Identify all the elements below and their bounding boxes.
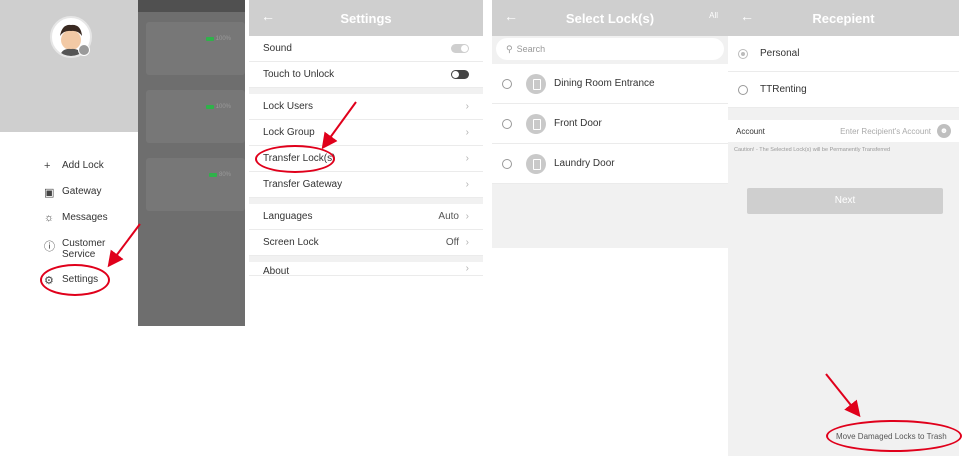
battery-level: 100% [215,36,231,42]
menu-item-label: Messages [62,212,108,223]
battery-indicator: 100% [205,36,231,42]
list-item[interactable]: Laundry Door [492,144,728,184]
edit-avatar-icon[interactable] [78,44,90,56]
menu-item-add-lock[interactable]: + Add Lock [44,160,108,186]
settings-row-languages[interactable]: Languages Auto › [249,204,483,230]
menu-item-label: Gateway [62,186,102,197]
battery-level: 80% [218,172,231,178]
lock-icon [526,113,546,134]
caution-text: Caution! - The Selected Lock(s) will be … [734,147,891,153]
row-label: Transfer Gateway [263,179,343,190]
chevron-right-icon: › [465,179,469,190]
lock-card[interactable]: 80% [146,158,245,211]
lock-name: Dining Room Entrance [554,78,655,89]
select-locks-screen: ← Select Lock(s) All ⚲ Search Dining Roo… [492,0,728,248]
settings-row-screen-lock[interactable]: Screen Lock Off › [249,230,483,256]
gateway-icon: ▣ [44,187,55,199]
account-field[interactable]: Account Enter Recipient's Account ☻ [728,120,959,142]
account-input[interactable]: Enter Recipient's Account [840,127,931,136]
lock-icon [526,73,546,94]
select-all-button[interactable]: All [709,11,718,20]
chevron-right-icon: › [465,263,469,274]
plus-icon: + [44,160,51,172]
lock-icon [526,153,546,174]
search-input[interactable]: ⚲ Search [496,38,724,60]
sound-toggle[interactable] [451,44,469,53]
chevron-right-icon: › [465,127,469,138]
row-label: Screen Lock [263,237,319,248]
search-placeholder: Search [516,44,546,54]
row-label: Sound [263,43,292,54]
row-label: Transfer Lock(s) [263,153,336,164]
row-label: Lock Users [263,101,314,112]
option-label: Personal [760,48,800,59]
lock-name: Front Door [554,118,602,129]
recipient-option-personal[interactable]: Personal [728,36,959,72]
radio-button[interactable] [502,78,512,89]
row-value: Auto [438,211,459,222]
settings-row-lock-group[interactable]: Lock Group › [249,120,483,146]
account-label: Account [736,126,765,136]
radio-button[interactable] [502,158,512,169]
dimmed-status-bar [138,0,245,12]
menu-item-customer-service[interactable]: ⓘ Customer Service [44,238,108,274]
radio-button[interactable] [738,84,748,95]
menu-item-messages[interactable]: ☼ Messages [44,212,108,238]
search-icon: ⚲ [506,43,513,54]
settings-row-touch-to-unlock[interactable]: Touch to Unlock [249,62,483,88]
chevron-right-icon: › [465,101,469,112]
contact-icon[interactable]: ☻ [937,124,951,138]
move-to-trash-link[interactable]: Move Damaged Locks to Trash [836,432,947,441]
page-title: Settings [340,11,392,26]
info-icon: ⓘ [44,241,55,253]
page-title: Select Lock(s) [565,11,655,26]
lock-name: Laundry Door [554,158,615,169]
battery-icon [208,173,217,177]
chevron-right-icon: › [465,153,469,164]
side-menu-panel: 100% 100% 80% + Add Lock ▣ Gateway ☼ Mes… [0,0,245,326]
row-label: About [263,266,290,276]
list-item[interactable]: Front Door [492,104,728,144]
settings-row-sound[interactable]: Sound [249,36,483,62]
next-button[interactable]: Next [747,188,943,214]
settings-row-transfer-locks[interactable]: Transfer Lock(s) › [249,146,483,172]
touch-to-unlock-toggle[interactable] [451,70,469,79]
settings-row-lock-users[interactable]: Lock Users › [249,94,483,120]
menu-item-settings[interactable]: ⚙ Settings [44,274,108,300]
lock-list: Dining Room Entrance Front Door Laundry … [492,64,728,184]
chevron-right-icon: › [465,211,469,222]
settings-screen: ← Settings Sound Touch to Unlock Lock Us… [249,0,483,276]
option-label: TTRenting [760,84,807,95]
battery-icon [205,37,214,41]
battery-indicator: 80% [208,172,231,178]
row-label: Touch to Unlock [263,69,335,80]
recipient-header: ← Recepient [728,0,959,36]
side-menu: + Add Lock ▣ Gateway ☼ Messages ⓘ Custom… [44,160,108,300]
lock-card[interactable]: 100% [146,90,245,143]
row-label: Languages [263,211,313,222]
menu-item-gateway[interactable]: ▣ Gateway [44,186,108,212]
menu-item-label: Settings [62,274,99,285]
recipient-option-ttrenting[interactable]: TTRenting [728,72,959,108]
battery-indicator: 100% [205,104,231,110]
lock-card[interactable]: 100% [146,22,245,75]
list-item[interactable]: Dining Room Entrance [492,64,728,104]
menu-item-label: Customer Service [62,238,106,260]
battery-icon [205,105,214,109]
gear-icon: ⚙ [44,275,54,287]
settings-row-transfer-gateway[interactable]: Transfer Gateway › [249,172,483,198]
radio-button[interactable] [738,48,748,59]
battery-level: 100% [215,104,231,110]
radio-button[interactable] [502,118,512,129]
menu-item-label: Add Lock [62,160,104,171]
settings-header: ← Settings [249,0,483,36]
page-title: Recepient [812,11,875,26]
settings-row-about[interactable]: About › [249,262,483,276]
select-locks-header: ← Select Lock(s) All [492,0,728,36]
chevron-right-icon: › [465,237,469,248]
row-label: Lock Group [263,127,315,138]
message-icon: ☼ [44,212,55,224]
recipient-screen: ← Recepient Personal TTRenting Account E… [728,0,959,456]
row-value: Off [445,237,459,248]
